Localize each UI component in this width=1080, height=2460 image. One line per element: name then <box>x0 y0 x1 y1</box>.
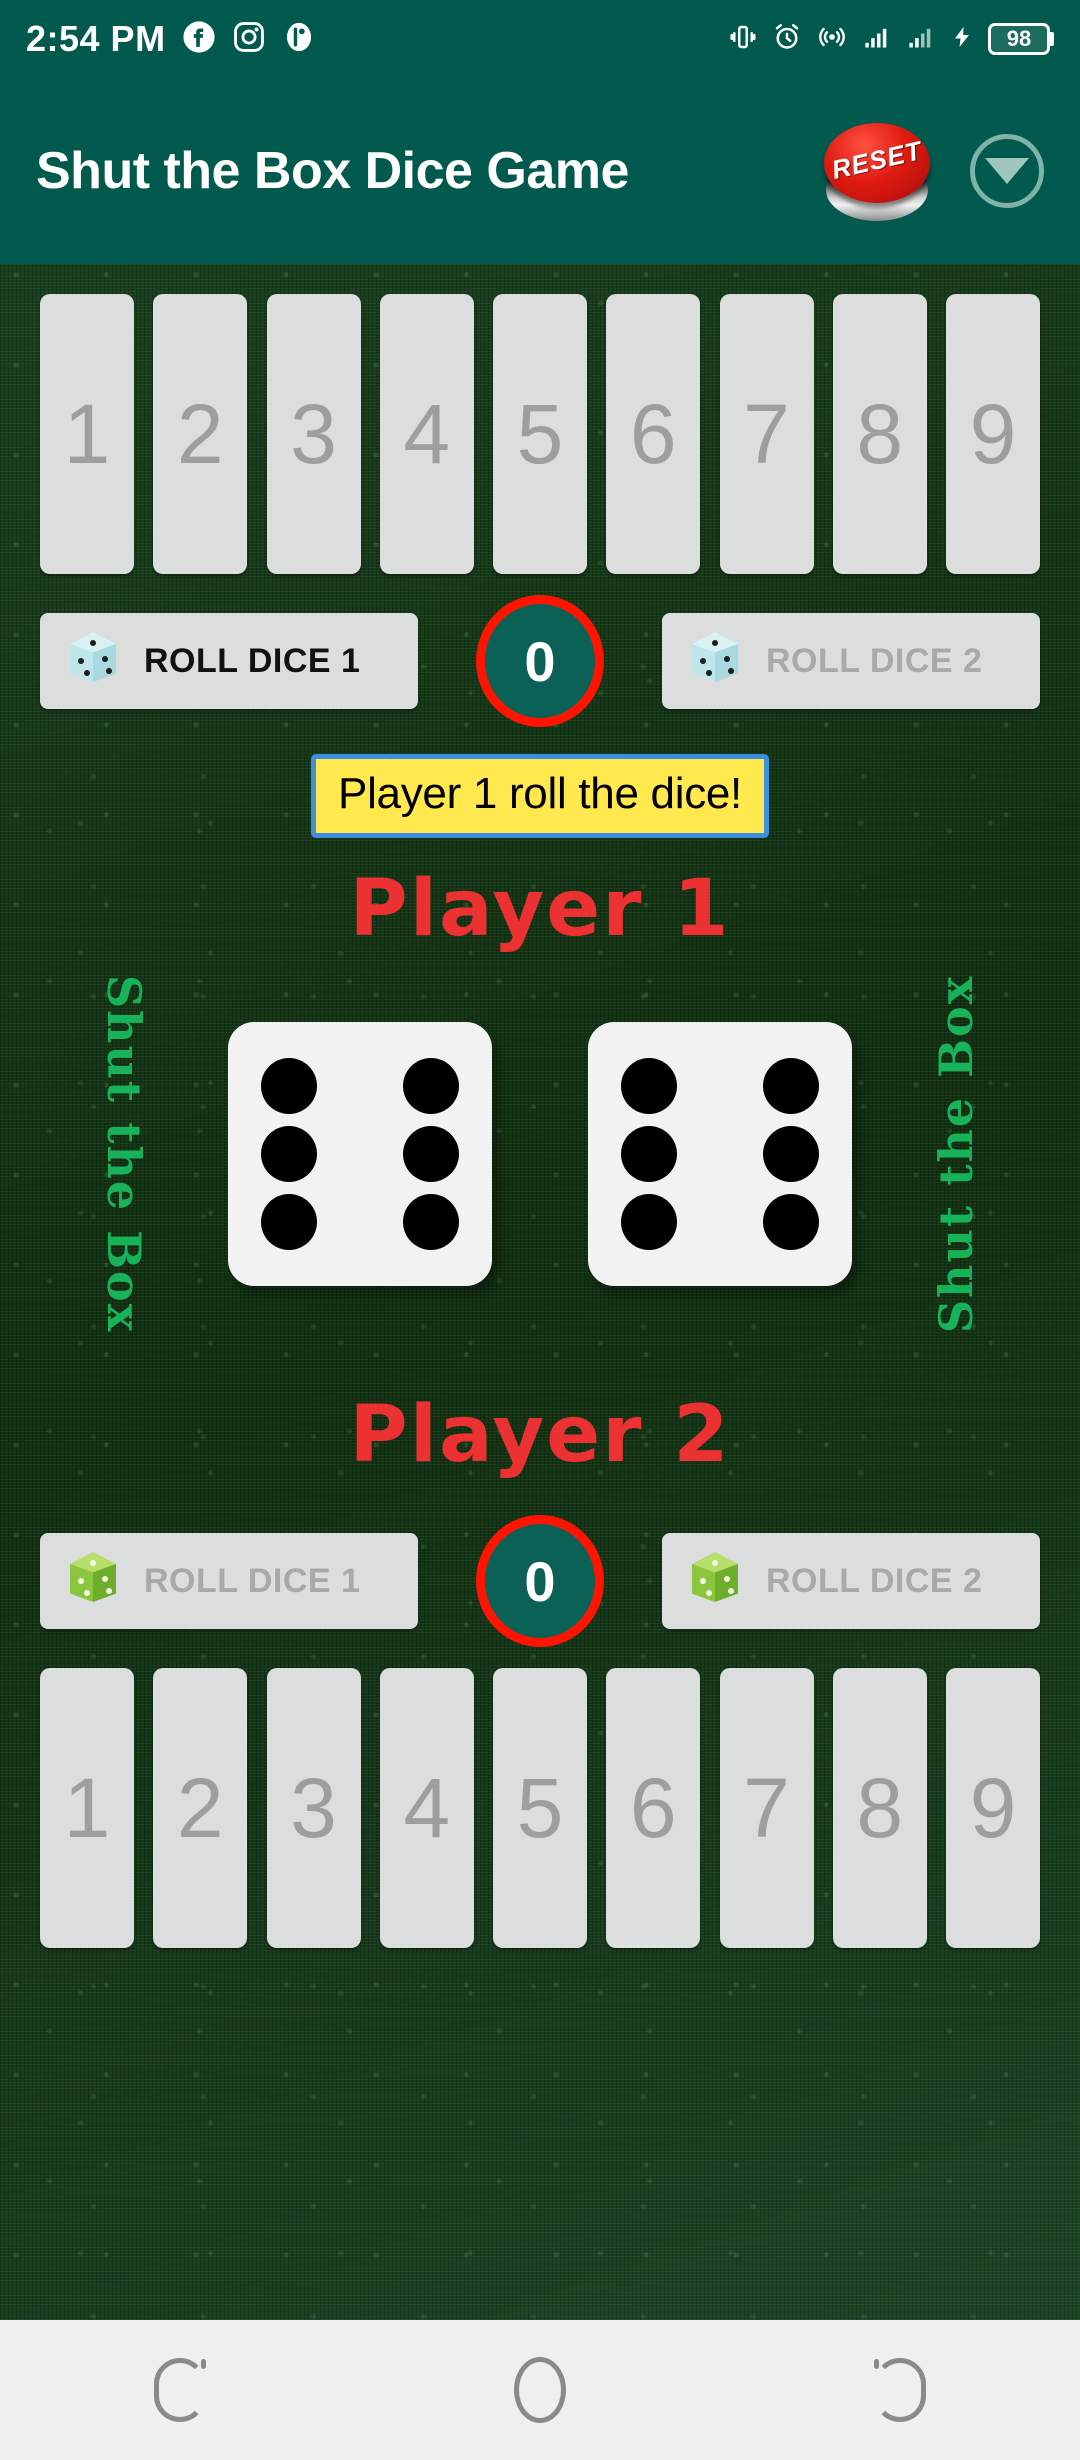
player2-tile-7[interactable]: 7 <box>719 1668 814 1948</box>
player2-name: Player 2 <box>349 1390 731 1480</box>
dice-icon <box>62 630 124 692</box>
home-icon[interactable] <box>514 2357 566 2423</box>
hotspot-icon <box>816 22 848 57</box>
player1-tile-5[interactable]: 5 <box>493 294 587 574</box>
player1-name: Player 1 <box>349 864 731 954</box>
status-message: Player 1 roll the dice! <box>311 754 769 838</box>
recents-icon[interactable] <box>154 2358 206 2422</box>
die-2 <box>588 1022 852 1286</box>
facebook-icon <box>182 20 216 59</box>
player2-tile-4[interactable]: 4 <box>379 1668 474 1948</box>
player1-tiles: 1 2 3 4 5 6 7 8 9 <box>0 294 1080 574</box>
battery-cap <box>1049 32 1054 46</box>
player1-tile-6[interactable]: 6 <box>606 294 701 574</box>
player2-tile-6[interactable]: 6 <box>606 1668 701 1948</box>
player1-tile-2[interactable]: 2 <box>153 294 248 574</box>
player1-tile-9[interactable]: 9 <box>946 294 1040 574</box>
app-icon <box>282 20 316 59</box>
player2-roll-row: ROLL DICE 1 0 ROLL DICE 2 <box>0 1515 1080 1647</box>
signal-1-icon <box>862 23 892 56</box>
status-bar-left: 2:54 PM <box>26 18 316 60</box>
player1-tile-8[interactable]: 8 <box>832 294 927 574</box>
player1-tile-3[interactable]: 3 <box>266 294 361 574</box>
reset-button-label: RESET <box>828 135 925 185</box>
dice-icon <box>62 1550 124 1612</box>
die-1 <box>228 1022 492 1286</box>
dice-icon <box>684 1550 746 1612</box>
dice-pair <box>228 1022 852 1286</box>
dice-icon <box>684 630 746 692</box>
status-bar-right: 98 <box>728 22 1054 57</box>
chevron-down-circle-icon[interactable] <box>970 134 1044 208</box>
status-clock: 2:54 PM <box>26 18 166 59</box>
reset-button-dome: RESET <box>824 123 930 203</box>
player1-roll-row: ROLL DICE 1 0 ROLL DICE 2 <box>0 595 1080 727</box>
player2-tile-8[interactable]: 8 <box>832 1668 927 1948</box>
player1-score: 0 <box>476 595 604 727</box>
charging-icon <box>950 22 974 57</box>
player1-roll-dice-2-label: ROLL DICE 2 <box>766 641 983 680</box>
dice-area: Shut the Box Shut the Box <box>0 954 1080 1354</box>
page-title: Shut the Box Dice Game <box>36 142 629 200</box>
player2-roll-dice-1-button[interactable]: ROLL DICE 1 <box>40 1533 418 1629</box>
player1-tile-1[interactable]: 1 <box>40 294 134 574</box>
app-screen: 2:54 PM 98 Shut the Box Dice Game RESET … <box>0 0 1080 2460</box>
player2-roll-dice-1-label: ROLL DICE 1 <box>144 1561 361 1600</box>
android-nav-bar <box>0 2320 1080 2460</box>
player2-tile-2[interactable]: 2 <box>153 1668 248 1948</box>
player1-roll-dice-1-button[interactable]: ROLL DICE 1 <box>40 613 418 709</box>
battery-indicator: 98 <box>988 23 1054 55</box>
reset-button[interactable]: RESET <box>818 115 936 227</box>
signal-2-icon <box>906 23 936 56</box>
player2-tiles: 1 2 3 4 5 6 7 8 9 <box>0 1668 1080 1948</box>
triangle-down-glyph <box>985 158 1029 184</box>
player2-tile-9[interactable]: 9 <box>946 1668 1040 1948</box>
game-board: 1 2 3 4 5 6 7 8 9 ROLL DICE 1 0 ROLL DIC… <box>0 264 1080 2320</box>
side-label-left: Shut the Box <box>97 974 152 1334</box>
player2-roll-dice-2-button[interactable]: ROLL DICE 2 <box>662 1533 1040 1629</box>
player2-tile-5[interactable]: 5 <box>493 1668 587 1948</box>
app-bar: Shut the Box Dice Game RESET <box>0 78 1080 264</box>
alarm-icon <box>772 22 802 57</box>
status-bar: 2:54 PM 98 <box>0 0 1080 78</box>
player1-tile-7[interactable]: 7 <box>719 294 814 574</box>
back-icon[interactable] <box>874 2358 926 2422</box>
player1-roll-dice-1-label: ROLL DICE 1 <box>144 641 361 680</box>
player2-tile-1[interactable]: 1 <box>40 1668 134 1948</box>
status-message-wrap: Player 1 roll the dice! <box>0 754 1080 838</box>
player1-tile-4[interactable]: 4 <box>379 294 474 574</box>
vibrate-icon <box>728 22 758 57</box>
player1-roll-dice-2-button[interactable]: ROLL DICE 2 <box>662 613 1040 709</box>
player2-score: 0 <box>476 1515 604 1647</box>
instagram-icon <box>232 20 266 59</box>
side-label-right: Shut the Box <box>928 974 983 1334</box>
battery-level: 98 <box>988 23 1050 55</box>
player2-roll-dice-2-label: ROLL DICE 2 <box>766 1561 983 1600</box>
player2-tile-3[interactable]: 3 <box>266 1668 361 1948</box>
